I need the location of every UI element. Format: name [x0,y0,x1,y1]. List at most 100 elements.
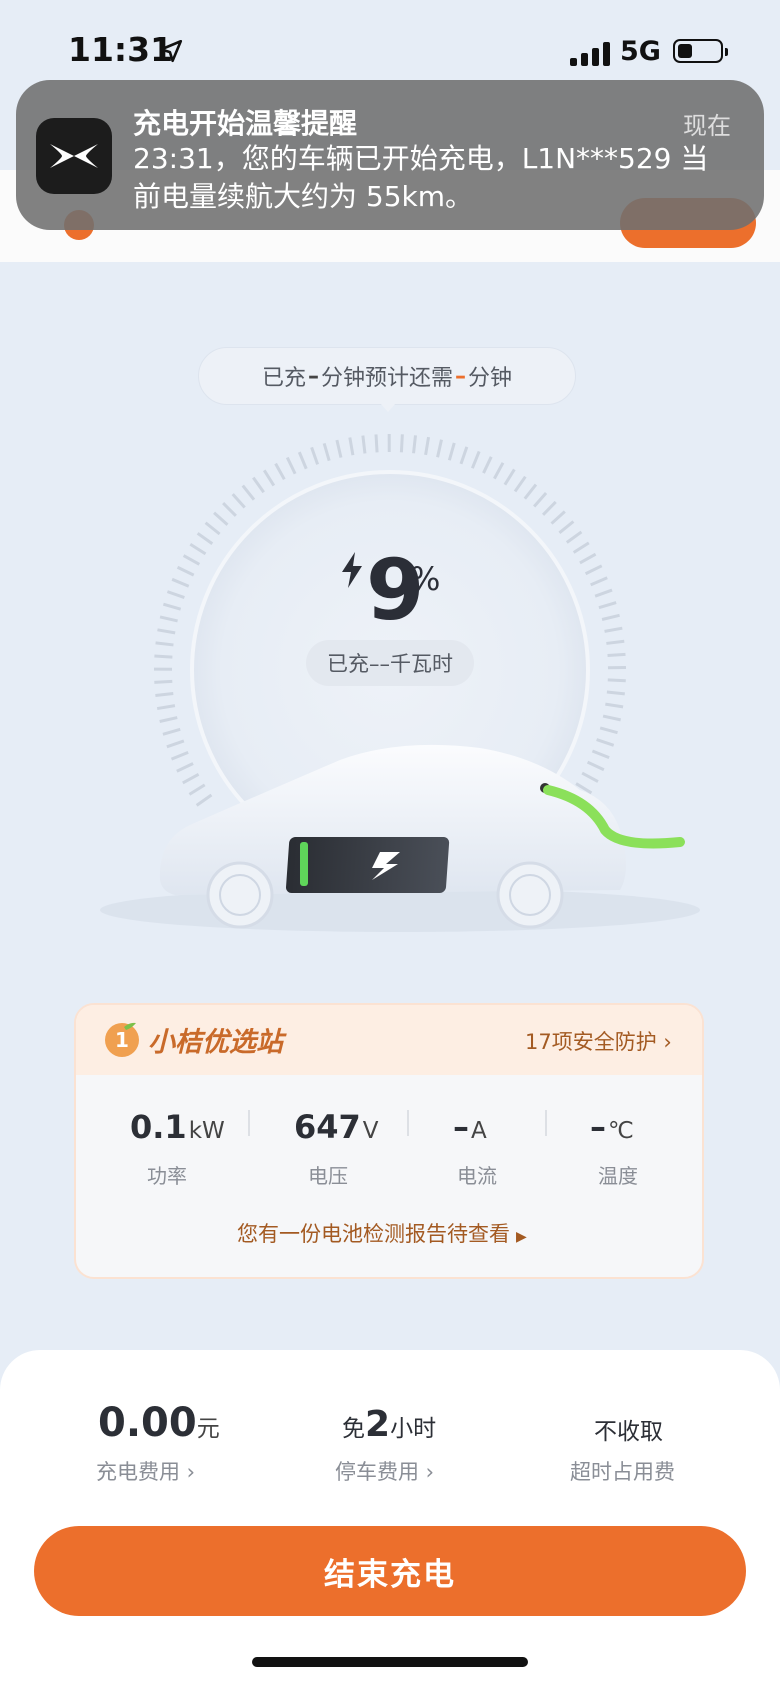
home-indicator[interactable] [252,1657,528,1667]
safety-link[interactable]: 17项安全防护 › [525,1026,672,1056]
gauge-tick [602,714,621,722]
gauge-tick [252,476,265,494]
gauge-tick [155,692,174,697]
gauge-tick [348,437,355,456]
gauge-tick [297,451,308,470]
gauge-tick [222,502,237,517]
percent-sign: % [410,560,441,598]
gauge-tick [594,588,613,598]
battery-report-label: 您有一份电池检测报告待查看 [237,1222,510,1246]
triangle-right-icon: ▶ [516,1229,527,1245]
bubble-middle: 分钟预计还需 [320,366,453,391]
safety-link-label: 17项安全防护 [525,1030,657,1054]
cellular-signal-icon [570,40,610,66]
metric-power-value: 0.1 [130,1108,187,1146]
gauge-tick [155,641,174,647]
gauge-tick [601,613,620,621]
gauge-tick [204,521,221,536]
metric-current-unit: A [471,1118,487,1144]
car-illustration [100,744,700,932]
gauge-tick [159,615,178,623]
battery-icon [673,39,728,63]
battery-report-link[interactable]: 您有一份电池检测报告待查看 ▶ [237,1218,527,1248]
metric-voltage-label: 电压 [308,1164,348,1188]
overtime-fee-label: 超时占用费 [570,1460,675,1484]
charge-fee-amount: 0.00 [98,1400,197,1446]
gauge-tick [241,484,256,501]
end-charging-button[interactable]: 结束充电 [34,1526,746,1616]
charged-minutes: – [307,363,319,389]
metric-current-label: 电流 [457,1164,497,1188]
charging-bolt-icon [342,552,362,588]
metric-voltage-value: 647 [294,1108,361,1146]
gauge-tick [335,439,343,458]
gauge-tick [584,564,603,576]
gauge-tick [154,654,173,659]
notification-body: 23:31，您的车辆已开始充电，L1N***529 当前电量续航大约为 55km… [133,142,709,213]
gauge-tick [436,439,443,458]
parking-fee-link[interactable]: 停车费用 › [335,1456,434,1486]
metric-voltage-unit: V [362,1118,379,1144]
metric-power-label: 功率 [147,1164,187,1188]
gauge-tick [482,456,493,474]
gauge-tick [274,462,286,481]
gauge-tick [470,450,481,469]
gauge-tick [189,542,207,556]
gauge-tick [156,704,176,711]
charged-energy: 已充––千瓦时 [306,640,474,686]
gauge-tick [533,491,548,508]
metric-temperature-label: 温度 [598,1164,638,1188]
gauge-tick [159,716,178,723]
charge-fee-unit: 元 [196,1416,220,1442]
gauge-tick [231,493,246,509]
metric-current: –A [453,1108,487,1146]
gauge-tick [213,511,229,526]
charge-fee-link[interactable]: 充电费用 › [96,1456,195,1486]
charge-time-bubble: 已充 – 分钟预计还需 – 分钟 [198,347,576,405]
gauge-tick [606,690,625,696]
gauge-tick [171,577,190,588]
metric-temperature-unit: ℃ [608,1118,634,1144]
notification-title: 充电开始温馨提醒 [133,107,358,140]
gauge-tick [606,639,625,645]
gauge-tick [322,442,331,462]
gauge-tick [604,626,623,633]
metric-voltage: 647V [294,1108,379,1146]
bubble-suffix: 分钟 [468,366,513,391]
gauge-tick [447,442,456,461]
bubble-prefix: 已充 [261,366,306,391]
gauge-tick [310,446,320,465]
gauge-tick [374,434,379,453]
gauge-tick [572,541,590,554]
gauge-tick [182,554,201,566]
metric-power-unit: kW [188,1118,225,1144]
gauge-tick [523,483,538,500]
gauge-tick [166,590,185,600]
gauge-tick [424,436,431,456]
metric-divider [545,1110,547,1136]
station-logo-icon: 1 [105,1022,139,1057]
charge-fee-value: 0.00元 [98,1400,220,1446]
parking-free-hours: 2 [365,1404,391,1445]
metric-divider [407,1110,409,1136]
metric-divider [248,1110,250,1136]
metric-temperature: –℃ [590,1108,634,1146]
chevron-right-icon: › [663,1030,672,1054]
gauge-tick [399,434,404,453]
gauge-tick [459,446,469,465]
gauge-tick [157,628,176,635]
location-arrow-icon [159,39,183,63]
gauge-tick [590,576,608,587]
gauge-tick [493,462,505,480]
overtime-fee-value: 不收取 [594,1419,663,1445]
notification-time: 现在 [683,112,731,140]
gauge-tick [558,520,575,534]
parking-fee-prefix: 免 [342,1416,365,1442]
gauge-tick [607,678,626,683]
gauge-tick [542,500,557,516]
parking-fee-value: 免2小时 [342,1404,436,1445]
gauge-tick [361,435,367,454]
metric-power: 0.1kW [130,1108,225,1146]
gauge-tick [176,565,195,577]
gauge-tick [262,469,276,487]
